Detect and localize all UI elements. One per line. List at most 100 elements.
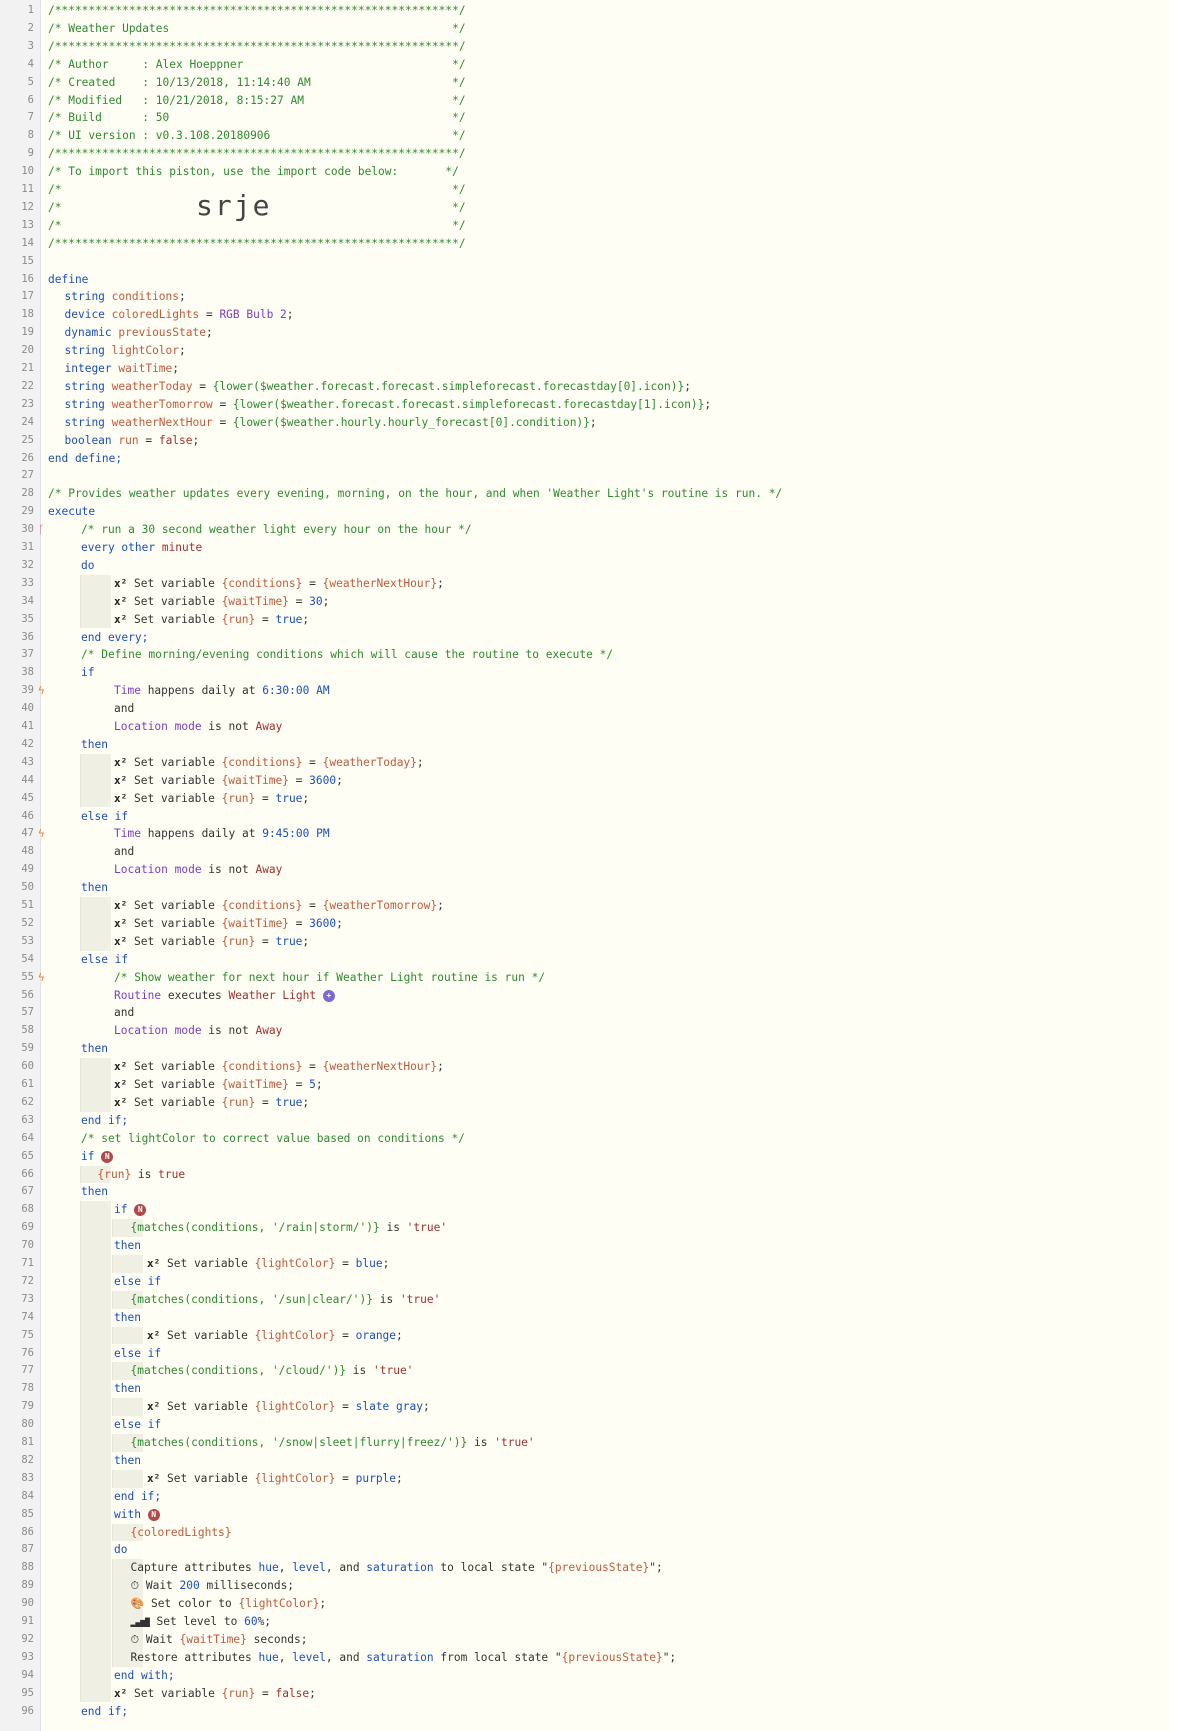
code-text[interactable]: then bbox=[81, 738, 108, 751]
code-text[interactable]: every other minute bbox=[81, 541, 202, 554]
code-text[interactable]: /* */ bbox=[48, 219, 466, 232]
code-text[interactable]: Restore attributes hue, level, and satur… bbox=[131, 1651, 677, 1664]
set-variable-icon: x² bbox=[114, 1078, 128, 1091]
code-text[interactable]: execute bbox=[48, 505, 95, 518]
code-text[interactable]: then bbox=[114, 1239, 141, 1252]
code-text[interactable]: and bbox=[114, 1006, 134, 1019]
code-text[interactable]: string weatherNextHour = {lower($weather… bbox=[65, 416, 597, 429]
code-text[interactable]: else if bbox=[114, 1418, 161, 1431]
code-text[interactable]: then bbox=[81, 1042, 108, 1055]
code-text[interactable]: end every; bbox=[81, 631, 148, 644]
code-text[interactable]: /***************************************… bbox=[48, 147, 466, 160]
code-text[interactable]: if bbox=[81, 666, 94, 679]
code-text[interactable]: x² Set variable {waitTime} = 30; bbox=[114, 595, 329, 608]
code-text[interactable]: ⏱ Wait {waitTime} seconds; bbox=[131, 1633, 308, 1647]
code-text[interactable]: x² Set variable {conditions} = {weatherN… bbox=[114, 577, 444, 590]
code-text[interactable]: Routine executes Weather Light + bbox=[114, 989, 335, 1002]
code-text[interactable]: end if; bbox=[81, 1114, 128, 1127]
code-text[interactable]: else if bbox=[81, 810, 128, 823]
code-text[interactable]: then bbox=[81, 1185, 108, 1198]
code-text[interactable]: /***************************************… bbox=[48, 40, 466, 53]
code-text[interactable]: /***************************************… bbox=[48, 237, 466, 250]
code-text[interactable]: x² Set variable {run} = true; bbox=[114, 935, 309, 948]
code-text[interactable]: else if bbox=[114, 1275, 161, 1288]
code-text[interactable]: /* Build : 50 */ bbox=[48, 111, 466, 124]
code-text[interactable]: then bbox=[114, 1311, 141, 1324]
code-text[interactable]: /* set lightColor to correct value based… bbox=[81, 1132, 465, 1145]
code-text[interactable]: /* Provides weather updates every evenin… bbox=[48, 487, 782, 500]
add-plus-icon[interactable]: + bbox=[322, 989, 335, 1002]
code-text[interactable]: x² Set variable {conditions} = {weatherT… bbox=[114, 756, 424, 769]
code-text[interactable]: else if bbox=[81, 953, 128, 966]
code-text[interactable]: 🎨 Set color to {lightColor}; bbox=[131, 1597, 327, 1610]
code-text[interactable]: string weatherTomorrow = {lower($weather… bbox=[65, 398, 712, 411]
code-text[interactable]: boolean run = false; bbox=[65, 434, 200, 447]
code-text[interactable]: x² Set variable {run} = true; bbox=[114, 1096, 309, 1109]
code-text[interactable]: end if; bbox=[81, 1705, 128, 1718]
line-number: 54 bbox=[21, 952, 34, 965]
code-text[interactable]: {matches(conditions, '/cloud/')} is 'tru… bbox=[131, 1364, 414, 1377]
condition-badge-icon[interactable]: N bbox=[147, 1508, 160, 1521]
code-text[interactable]: x² Set variable {waitTime} = 5; bbox=[114, 1078, 323, 1091]
code-text[interactable]: end if; bbox=[114, 1490, 161, 1503]
code-text[interactable]: /* To import this piston, use the import… bbox=[48, 165, 459, 178]
code-text[interactable]: if N bbox=[81, 1150, 114, 1163]
code-text[interactable]: do bbox=[81, 559, 94, 572]
code-text[interactable]: string lightColor; bbox=[65, 344, 186, 357]
code-text[interactable]: Time happens daily at 6:30:00 AM bbox=[114, 684, 330, 697]
condition-badge-icon[interactable]: N bbox=[134, 1204, 147, 1217]
code-text[interactable]: string conditions; bbox=[65, 290, 186, 303]
code-text[interactable]: define bbox=[48, 273, 88, 286]
code-text[interactable]: /* Define morning/evening conditions whi… bbox=[81, 648, 613, 661]
code-text[interactable]: x² Set variable {lightColor} = blue; bbox=[147, 1257, 389, 1270]
code-text[interactable]: x² Set variable {lightColor} = purple; bbox=[147, 1472, 403, 1485]
code-text[interactable]: {matches(conditions, '/snow|sleet|flurry… bbox=[131, 1436, 535, 1449]
code-text[interactable]: x² Set variable {run} = true; bbox=[114, 792, 309, 805]
code-text[interactable]: /***************************************… bbox=[48, 4, 466, 17]
code-text[interactable]: x² Set variable {run} = false; bbox=[114, 1687, 316, 1700]
code-text[interactable]: integer waitTime; bbox=[65, 362, 180, 375]
code-text[interactable]: device coloredLights = RGB Bulb 2; bbox=[65, 308, 294, 321]
code-text[interactable]: and bbox=[114, 702, 134, 715]
code-text[interactable]: else if bbox=[114, 1347, 161, 1360]
code-text[interactable]: and bbox=[114, 845, 134, 858]
code-text[interactable]: /* Author : Alex Hoeppner */ bbox=[48, 58, 466, 71]
code-text[interactable]: x² Set variable {waitTime} = 3600; bbox=[114, 774, 343, 787]
code-text[interactable]: Capture attributes hue, level, and satur… bbox=[131, 1561, 663, 1574]
code-text[interactable]: Location mode is not Away bbox=[114, 863, 282, 876]
code-text[interactable]: x² Set variable {lightColor} = slate gra… bbox=[147, 1400, 430, 1413]
code-text[interactable]: /* Weather Updates */ bbox=[48, 22, 466, 35]
code-text[interactable]: ⏱ Wait 200 milliseconds; bbox=[131, 1579, 295, 1593]
code-text[interactable]: Time happens daily at 9:45:00 PM bbox=[114, 827, 330, 840]
code-text[interactable]: dynamic previousState; bbox=[65, 326, 213, 339]
condition-badge-icon[interactable]: N bbox=[101, 1150, 114, 1163]
code-text[interactable]: Location mode is not Away bbox=[114, 720, 282, 733]
code-text[interactable]: if N bbox=[114, 1203, 147, 1217]
code-text[interactable]: x² Set variable {lightColor} = orange; bbox=[147, 1329, 403, 1342]
code-text[interactable]: x² Set variable {run} = true; bbox=[114, 613, 309, 626]
code-text[interactable]: Location mode is not Away bbox=[114, 1024, 282, 1037]
code-text[interactable]: then bbox=[114, 1382, 141, 1395]
code-text[interactable]: x² Set variable {conditions} = {weatherN… bbox=[114, 1060, 444, 1073]
code-text[interactable]: then bbox=[114, 1454, 141, 1467]
code-text[interactable]: ▂▄▆█ Set level to 60%; bbox=[131, 1615, 272, 1628]
code-text[interactable]: /* run a 30 second weather light every h… bbox=[81, 523, 472, 536]
code-text[interactable]: end with; bbox=[114, 1669, 175, 1682]
code-text[interactable]: x² Set variable {conditions} = {weatherT… bbox=[114, 899, 444, 912]
code-text[interactable]: do bbox=[114, 1543, 127, 1556]
code-text[interactable]: {matches(conditions, '/rain|storm/')} is… bbox=[131, 1221, 448, 1234]
code-text[interactable]: then bbox=[81, 881, 108, 894]
code-text[interactable]: x² Set variable {waitTime} = 3600; bbox=[114, 917, 343, 930]
code-text[interactable]: string weatherToday = {lower($weather.fo… bbox=[65, 380, 691, 393]
code-text[interactable]: /* UI version : v0.3.108.20180906 */ bbox=[48, 129, 466, 142]
code-text[interactable]: {coloredLights} bbox=[131, 1526, 232, 1539]
line-number: 96 bbox=[21, 1704, 34, 1717]
code-text[interactable]: /* Modified : 10/21/2018, 8:15:27 AM */ bbox=[48, 94, 466, 107]
code-text[interactable]: {run} is true bbox=[98, 1168, 186, 1181]
code-token: false bbox=[275, 1686, 310, 1700]
code-text[interactable]: /* Created : 10/13/2018, 11:14:40 AM */ bbox=[48, 76, 466, 89]
code-text[interactable]: {matches(conditions, '/sun|clear/')} is … bbox=[131, 1293, 441, 1306]
code-text[interactable]: /* Show weather for next hour if Weather… bbox=[114, 971, 545, 984]
code-text[interactable]: with N bbox=[114, 1508, 160, 1521]
code-text[interactable]: end define; bbox=[48, 452, 122, 465]
